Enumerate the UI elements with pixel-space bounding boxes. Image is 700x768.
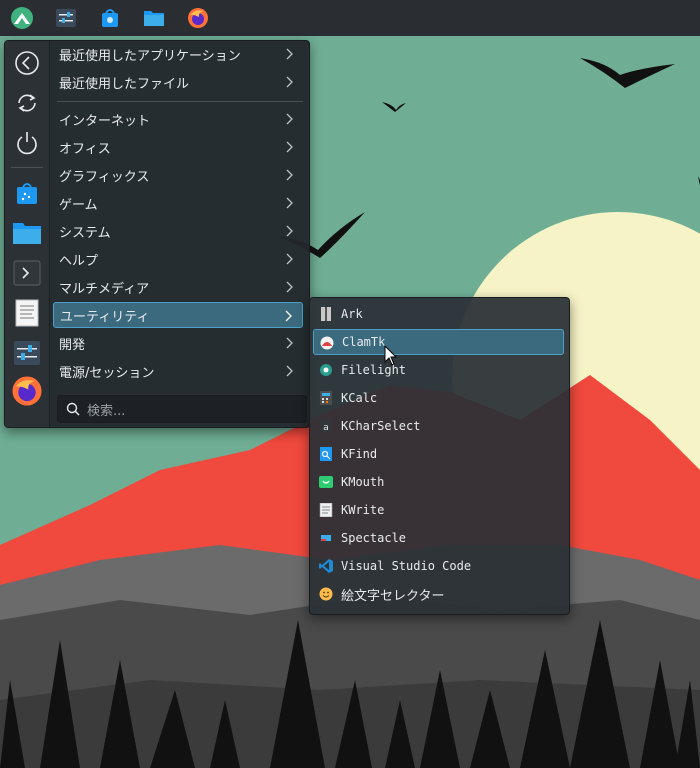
app-label: 絵文字セレクター — [341, 588, 445, 604]
category-recent-apps[interactable]: 最近使用したアプリケーション — [53, 41, 303, 67]
category-label: システム — [59, 225, 111, 241]
mouse-pointer-icon — [384, 345, 398, 366]
search-placeholder: 検索... — [87, 403, 126, 419]
app-item-vscode[interactable]: Visual Studio Code — [313, 553, 564, 579]
category-label: インターネット — [59, 113, 151, 129]
kwrite-icon — [319, 503, 333, 517]
category-label: 電源/セッション — [59, 365, 155, 381]
category-label: オフィス — [59, 141, 111, 157]
terminal-icon[interactable] — [9, 255, 45, 291]
category-power-session[interactable]: 電源/セッション — [53, 358, 303, 384]
category-label: グラフィックス — [59, 169, 150, 185]
search-icon — [66, 402, 80, 416]
category-help[interactable]: ヘルプ — [53, 246, 303, 272]
category-utilities[interactable]: ユーティリティ — [53, 302, 303, 328]
app-item-kfind[interactable]: KFind — [313, 441, 564, 467]
app-item-kcalc[interactable]: KCalc — [313, 385, 564, 411]
app-label: KCalc — [341, 391, 378, 405]
app-label: ClamTk — [342, 335, 386, 349]
app-label: KWrite — [341, 503, 385, 517]
category-label: 開発 — [59, 337, 86, 353]
app-item-filelight[interactable]: Filelight — [313, 357, 564, 383]
chevron-right-icon — [286, 169, 293, 181]
app-label: KMouth — [341, 475, 385, 489]
category-label: 最近使用したアプリケーション — [59, 48, 241, 64]
category-label: マルチメディア — [59, 281, 150, 297]
chevron-right-icon — [286, 365, 293, 377]
settings-icon[interactable] — [44, 0, 88, 36]
kcharselect-icon: a — [321, 420, 331, 433]
category-office[interactable]: オフィス — [53, 134, 303, 160]
file-manager-icon[interactable] — [132, 0, 176, 36]
utilities-submenu: Ark ClamTk Filelight KCalc a KCharSelect… — [309, 297, 570, 615]
power-icon[interactable] — [9, 125, 45, 161]
category-internet[interactable]: インターネット — [53, 106, 303, 132]
text-editor-icon[interactable] — [9, 295, 45, 331]
favorites-sidebar — [5, 41, 50, 427]
category-games[interactable]: ゲーム — [53, 190, 303, 216]
emoji-icon — [319, 587, 333, 601]
category-label: 最近使用したファイル — [59, 76, 190, 92]
app-item-kcharselect[interactable]: a KCharSelect — [313, 413, 564, 439]
settings-icon[interactable] — [9, 335, 45, 371]
app-item-spectacle[interactable]: Spectacle — [313, 525, 564, 551]
clamtk-icon — [320, 336, 334, 350]
back-icon[interactable] — [9, 45, 45, 81]
vscode-icon — [319, 559, 333, 573]
category-label: ゲーム — [59, 197, 98, 213]
menu-divider — [57, 101, 303, 102]
discover-store-icon[interactable] — [88, 0, 132, 36]
category-recent-files[interactable]: 最近使用したファイル — [53, 69, 303, 95]
firefox-icon[interactable] — [9, 373, 45, 409]
app-item-kmouth[interactable]: KMouth — [313, 469, 564, 495]
filelight-icon — [320, 364, 332, 376]
svg-text:a: a — [323, 423, 329, 433]
chevron-right-icon — [286, 141, 293, 153]
restart-icon[interactable] — [9, 85, 45, 121]
category-development[interactable]: 開発 — [53, 330, 303, 356]
kmouth-icon — [319, 476, 333, 488]
search-input[interactable]: 検索... — [57, 395, 307, 423]
ark-icon — [321, 307, 331, 321]
chevron-right-icon — [286, 281, 293, 293]
chevron-right-icon — [286, 337, 293, 349]
category-label: ヘルプ — [59, 253, 99, 269]
category-multimedia[interactable]: マルチメディア — [53, 274, 303, 300]
chevron-right-icon — [286, 48, 293, 60]
category-graphics[interactable]: グラフィックス — [53, 162, 303, 188]
chevron-right-icon — [286, 225, 293, 237]
app-item-emoji-selector[interactable]: 絵文字セレクター — [313, 581, 564, 607]
application-launcher: 最近使用したアプリケーション 最近使用したファイル インターネット オフィス グ… — [4, 40, 310, 428]
category-label: ユーティリティ — [60, 309, 150, 325]
chevron-right-icon — [285, 310, 292, 322]
top-panel — [0, 0, 700, 36]
kfind-icon — [320, 447, 332, 461]
chevron-right-icon — [286, 197, 293, 209]
firefox-icon[interactable] — [176, 0, 220, 36]
chevron-right-icon — [286, 113, 293, 125]
chevron-right-icon — [286, 253, 293, 265]
discover-icon[interactable] — [9, 175, 45, 211]
app-item-clamtk[interactable]: ClamTk — [313, 329, 564, 355]
chevron-right-icon — [286, 76, 293, 88]
app-item-ark[interactable]: Ark — [313, 301, 564, 327]
category-system[interactable]: システム — [53, 218, 303, 244]
app-label: KCharSelect — [341, 419, 421, 433]
folder-icon[interactable] — [9, 215, 45, 251]
spectacle-icon — [319, 533, 333, 543]
app-launcher-icon[interactable] — [0, 0, 44, 36]
kcalc-icon — [320, 391, 332, 405]
app-label: Ark — [341, 307, 363, 321]
app-label: KFind — [341, 447, 378, 461]
app-item-kwrite[interactable]: KWrite — [313, 497, 564, 523]
app-label: Visual Studio Code — [341, 559, 472, 573]
app-label: Spectacle — [341, 531, 407, 545]
